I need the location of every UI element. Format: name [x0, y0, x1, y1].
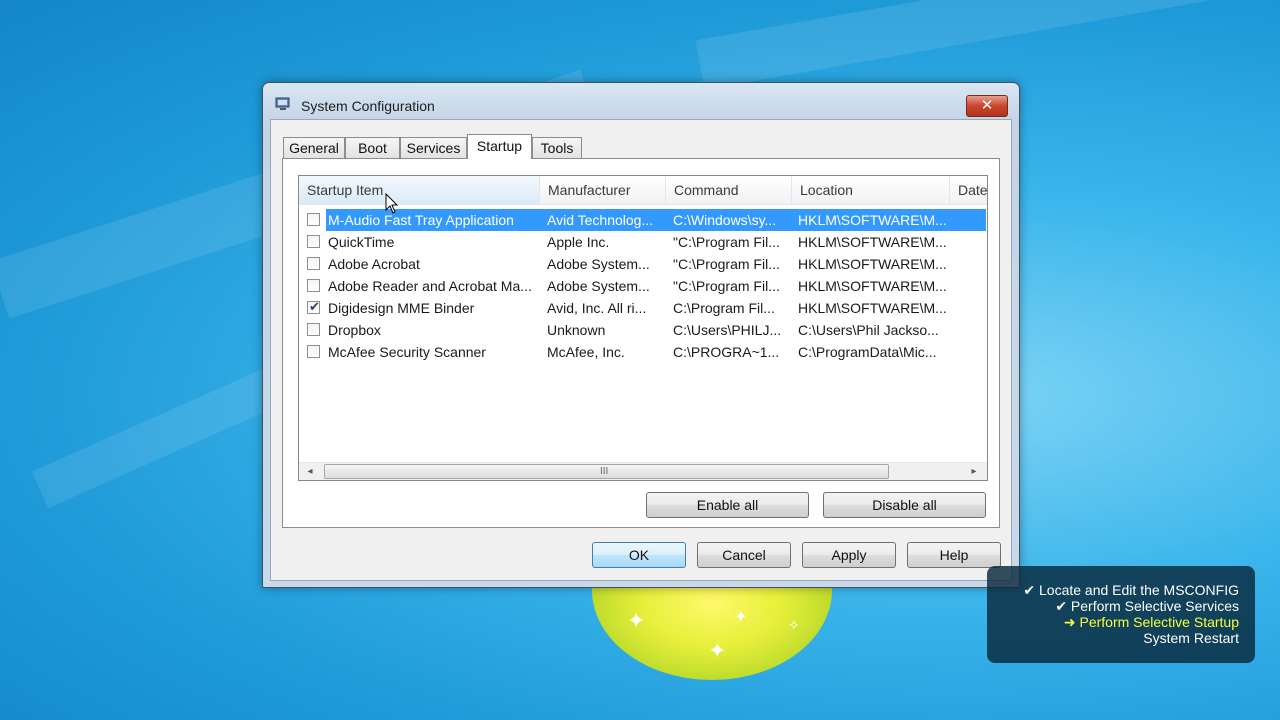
cell-startup-item: Digidesign MME Binder — [328, 300, 475, 316]
cell-manufacturer: Unknown — [547, 322, 606, 338]
row-checkbox[interactable]: ✔ — [307, 299, 320, 314]
apply-button[interactable]: Apply — [802, 542, 896, 568]
cell-startup-item: Dropbox — [328, 322, 381, 338]
tab-services[interactable]: Services — [400, 137, 467, 158]
cell-location: HKLM\SOFTWARE\M... — [798, 278, 947, 294]
cell-location: HKLM\SOFTWARE\M... — [798, 300, 947, 316]
step-selective-services: ✔ Perform Selective Services — [1055, 598, 1239, 614]
cell-command: "C:\Program Fil... — [673, 234, 780, 250]
window-title: System Configuration — [301, 98, 435, 114]
cell-location: HKLM\SOFTWARE\M... — [798, 212, 947, 228]
sparkle-icon: ✦ — [627, 608, 646, 633]
cell-command: C:\Users\PHILJ... — [673, 322, 782, 338]
row-checkbox[interactable] — [307, 345, 320, 358]
ok-button[interactable]: OK — [592, 542, 686, 568]
scroll-right-arrow-icon[interactable]: ▸ — [965, 463, 983, 480]
table-row[interactable]: Adobe Acrobat Adobe System... "C:\Progra… — [299, 253, 986, 275]
cell-startup-item: Adobe Acrobat — [328, 256, 420, 272]
tab-tools[interactable]: Tools — [532, 137, 582, 158]
disable-all-button[interactable]: Disable all — [823, 492, 986, 518]
tab-general[interactable]: General — [283, 137, 345, 158]
column-header-manufacturer[interactable]: Manufacturer — [540, 176, 666, 204]
scrollbar-thumb[interactable]: III — [324, 464, 889, 479]
column-header-startup-item[interactable]: Startup Item — [299, 176, 540, 204]
column-header-date[interactable]: Date — [950, 176, 987, 204]
sparkle-icon: ✧ — [788, 617, 800, 633]
cell-manufacturer: Adobe System... — [547, 278, 650, 294]
table-row[interactable]: QuickTime Apple Inc. "C:\Program Fil... … — [299, 231, 986, 253]
checkmark-icon: ✔ — [309, 299, 320, 314]
cell-manufacturer: Avid, Inc. All ri... — [547, 300, 647, 316]
table-row[interactable]: Adobe Reader and Acrobat Ma... Adobe Sys… — [299, 275, 986, 297]
window-client-area: General Boot Services Startup Tools Star… — [270, 119, 1012, 581]
cell-manufacturer: Apple Inc. — [547, 234, 610, 250]
cell-command: C:\PROGRA~1... — [673, 344, 780, 360]
system-configuration-window: System Configuration ✕ General Boot Serv… — [262, 82, 1020, 588]
cell-manufacturer: McAfee, Inc. — [547, 344, 625, 360]
cell-manufacturer: Avid Technolog... — [547, 212, 654, 228]
table-row[interactable]: M-Audio Fast Tray Application Avid Techn… — [299, 209, 986, 231]
cell-location: C:\ProgramData\Mic... — [798, 344, 937, 360]
column-header-command[interactable]: Command — [666, 176, 792, 204]
table-row[interactable]: McAfee Security Scanner McAfee, Inc. C:\… — [299, 341, 986, 363]
row-checkbox[interactable] — [307, 235, 320, 248]
cell-startup-item: McAfee Security Scanner — [328, 344, 486, 360]
step-system-restart: System Restart — [1143, 630, 1239, 646]
row-checkbox[interactable] — [307, 257, 320, 270]
row-checkbox[interactable] — [307, 279, 320, 292]
row-checkbox[interactable] — [307, 213, 320, 226]
cell-command: "C:\Program Fil... — [673, 278, 780, 294]
close-icon: ✕ — [980, 97, 994, 114]
close-button[interactable]: ✕ — [966, 95, 1008, 117]
cell-command: "C:\Program Fil... — [673, 256, 780, 272]
grip-icon: III — [600, 466, 609, 477]
mouse-cursor-icon — [385, 193, 399, 214]
cell-command: C:\Program Fil... — [673, 300, 775, 316]
title-bar[interactable]: System Configuration ✕ — [263, 83, 1019, 119]
step-locate-msconfig: ✔ Locate and Edit the MSCONFIG — [1023, 582, 1239, 598]
cell-startup-item: QuickTime — [328, 234, 395, 250]
cell-location: C:\Users\Phil Jackso... — [798, 322, 939, 338]
startup-items-list[interactable]: Startup Item Manufacturer Command Locati… — [298, 175, 988, 481]
table-row[interactable]: ✔ Digidesign MME Binder Avid, Inc. All r… — [299, 297, 986, 319]
msconfig-app-icon — [275, 97, 290, 110]
table-row[interactable]: Dropbox Unknown C:\Users\PHILJ... C:\Use… — [299, 319, 986, 341]
cell-command: C:\Windows\sy... — [673, 212, 777, 228]
tab-startup[interactable]: Startup — [467, 134, 532, 159]
cell-startup-item: Adobe Reader and Acrobat Ma... — [328, 278, 532, 294]
cell-location: HKLM\SOFTWARE\M... — [798, 234, 947, 250]
help-button[interactable]: Help — [907, 542, 1001, 568]
list-header: Startup Item Manufacturer Command Locati… — [299, 176, 987, 205]
cell-location: HKLM\SOFTWARE\M... — [798, 256, 947, 272]
cancel-button[interactable]: Cancel — [697, 542, 791, 568]
scroll-left-arrow-icon[interactable]: ◂ — [301, 463, 319, 480]
sparkle-icon: ✦ — [734, 609, 748, 626]
column-header-location[interactable]: Location — [792, 176, 950, 204]
cell-manufacturer: Adobe System... — [547, 256, 650, 272]
tab-boot[interactable]: Boot — [345, 137, 400, 158]
enable-all-button[interactable]: Enable all — [646, 492, 809, 518]
tutorial-steps-overlay: ✔ Locate and Edit the MSCONFIG ✔ Perform… — [987, 566, 1255, 663]
row-checkbox[interactable] — [307, 323, 320, 336]
horizontal-scrollbar[interactable]: ◂ III ▸ — [299, 462, 987, 480]
cell-startup-item: M-Audio Fast Tray Application — [328, 212, 514, 228]
sparkle-icon: ✦ — [708, 638, 727, 663]
step-selective-startup: ➜ Perform Selective Startup — [1063, 614, 1239, 630]
